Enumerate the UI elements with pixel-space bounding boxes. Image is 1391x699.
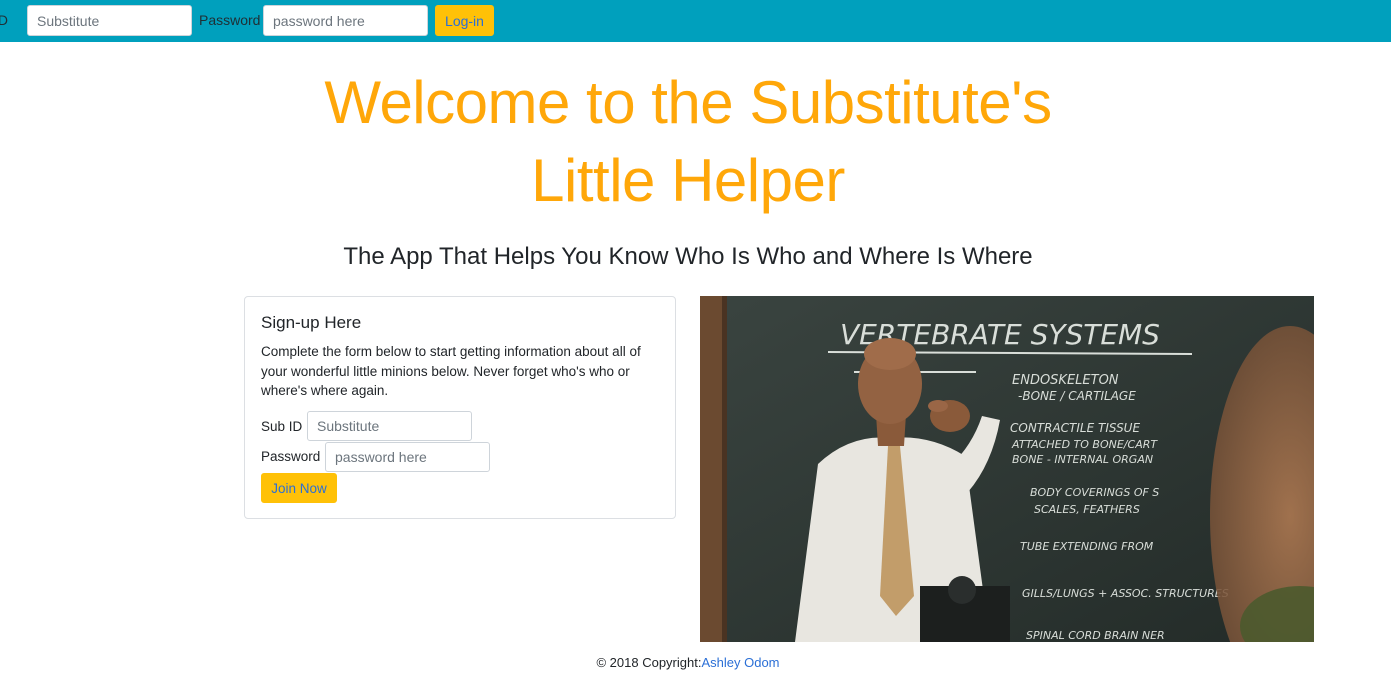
signup-sub-id-label: Sub ID [261, 419, 303, 434]
signup-card: Sign-up Here Complete the form below to … [244, 296, 676, 519]
signup-card-title: Sign-up Here [261, 313, 362, 332]
teacher-chalkboard-image: VERTEBRATE SYSTEMS ENDOSKELETON -BONE / … [700, 296, 1314, 642]
page-footer: © 2018 Copyright:Ashley Odom [0, 655, 1376, 670]
chalkboard-line: BODY COVERINGS OF S [1030, 486, 1159, 499]
nav-sub-id-label: ID [0, 12, 8, 28]
chalkboard-line: ATTACHED TO BONE/CART [1011, 438, 1158, 451]
nav-password-input[interactable] [263, 5, 428, 36]
join-now-button[interactable]: Join Now [261, 473, 337, 503]
page-title-line-2: Little Helper [531, 147, 845, 214]
chalkboard-line: GILLS/LUNGS + ASSOC. STRUCTURES [1022, 587, 1229, 600]
login-button[interactable]: Log-in [435, 5, 494, 36]
chalkboard-line: SCALES, FEATHERS [1034, 503, 1140, 516]
top-navbar: ID Password Log-in [0, 0, 1391, 42]
page-title: Welcome to the Substitute's Little Helper [240, 64, 1136, 220]
chalkboard-line: SPINAL CORD BRAIN NER [1026, 629, 1165, 642]
page-subtitle: The App That Helps You Know Who Is Who a… [343, 243, 1033, 270]
chalkboard-line: -BONE / CARTILAGE [1018, 389, 1136, 403]
copyright-text: © 2018 Copyright: [596, 655, 702, 670]
page-title-line-1: Welcome to the Substitute's [324, 69, 1052, 136]
author-link[interactable]: Ashley Odom [701, 655, 779, 670]
chalkboard-line: TUBE EXTENDING FROM [1020, 540, 1154, 553]
signup-card-description: Complete the form below to start getting… [261, 344, 641, 398]
signup-password-input[interactable] [325, 442, 490, 472]
chalkboard-line: BONE - INTERNAL ORGAN [1012, 453, 1153, 466]
chalkboard-line: ENDOSKELETON [1012, 373, 1119, 388]
nav-password-label: Password [199, 12, 261, 28]
nav-sub-id-input[interactable] [27, 5, 192, 36]
signup-sub-id-input[interactable] [307, 411, 472, 441]
signup-password-label: Password [261, 449, 321, 464]
chalkboard-line: CONTRACTILE TISSUE [1010, 421, 1140, 435]
